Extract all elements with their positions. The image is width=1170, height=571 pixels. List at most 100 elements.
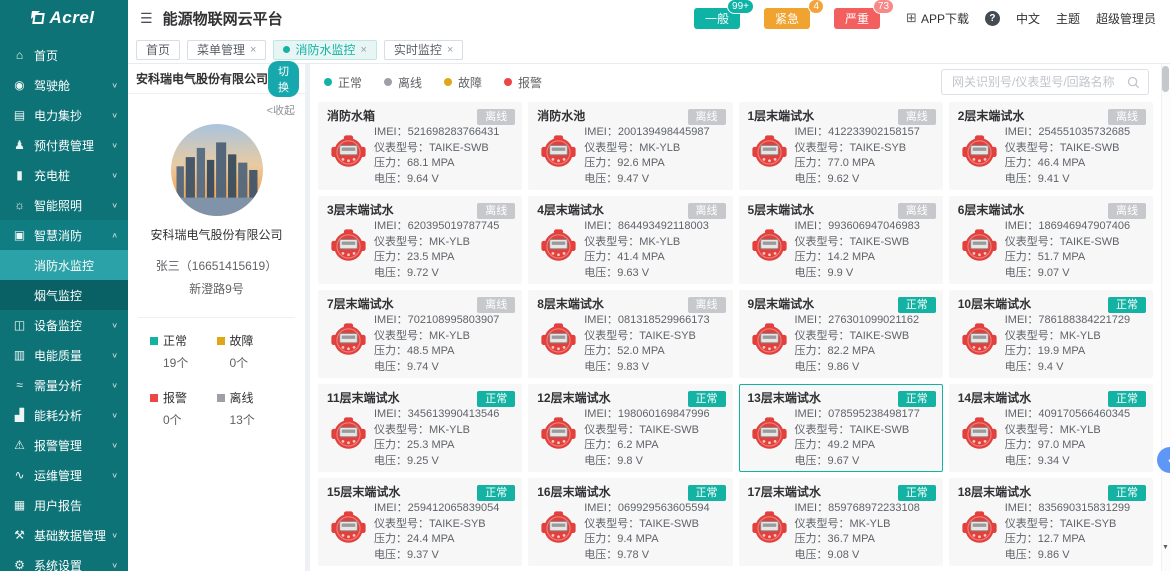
nav-tab[interactable]: 实时监控: [384, 40, 463, 60]
menu-collapse-icon[interactable]: ☰: [140, 10, 153, 27]
sidebar-item[interactable]: ▤ 电力集抄: [0, 100, 128, 130]
device-card[interactable]: 1层末端试水 离线: [739, 102, 943, 190]
imei-line: IMEI：521698283766431: [374, 125, 499, 141]
model-line: 仪表型号：TAIKE-SWB: [795, 423, 920, 439]
sidebar-item[interactable]: ▥ 电能质量: [0, 340, 128, 370]
status-badge: 离线: [898, 109, 936, 125]
vertical-scrollbar[interactable]: ▼: [1161, 64, 1170, 571]
search-box: [941, 69, 1149, 95]
voltage-value: 9.07 V: [1038, 267, 1070, 279]
device-card[interactable]: 8层末端试水 离线: [528, 290, 732, 378]
close-tab-icon[interactable]: [250, 43, 256, 57]
device-card[interactable]: 7层末端试水 离线: [318, 290, 522, 378]
device-card[interactable]: 消防水池 离线: [528, 102, 732, 190]
sidebar-item[interactable]: ⚙ 系统设置: [0, 550, 128, 571]
alarm-level-button[interactable]: 严重 73: [834, 8, 880, 29]
close-tab-icon[interactable]: [447, 43, 453, 57]
pressure-value: 25.3 MPA: [407, 439, 455, 451]
theme-switch[interactable]: 主题: [1056, 10, 1080, 27]
device-card[interactable]: 5层末端试水 离线: [739, 196, 943, 284]
pressure-line: 压力：9.4 MPA: [584, 532, 709, 548]
sidebar-item[interactable]: ▟ 能耗分析: [0, 400, 128, 430]
tab-label: 首页: [146, 43, 170, 57]
sidebar-item[interactable]: 消防水监控: [0, 250, 128, 280]
model-line: 仪表型号：MK-YLB: [584, 141, 709, 157]
pressure-line: 压力：12.7 MPA: [1005, 532, 1130, 548]
device-card[interactable]: 4层末端试水 离线: [528, 196, 732, 284]
device-card[interactable]: 11层末端试水 正常: [318, 384, 522, 472]
model-value: MK-YLB: [639, 236, 680, 248]
cockpit-icon: ◉: [12, 78, 27, 92]
voltage-line: 电压：9.34 V: [1005, 454, 1130, 470]
sidebar-item[interactable]: ♟ 预付费管理: [0, 130, 128, 160]
sidebar-item[interactable]: ⌂ 首页: [0, 40, 128, 70]
nav-tab[interactable]: 菜单管理: [187, 40, 266, 60]
device-card[interactable]: 13层末端试水 正常: [739, 384, 943, 472]
device-card[interactable]: 6层末端试水 离线: [949, 196, 1153, 284]
status-badge: 正常: [477, 391, 515, 407]
water-meter-icon: [330, 321, 367, 358]
switch-company-button[interactable]: 切换: [268, 61, 299, 97]
imei-value: 993606947046983: [828, 220, 920, 232]
sidebar-item[interactable]: ▮ 充电桩: [0, 160, 128, 190]
legend-item: 故障: [444, 74, 482, 91]
status-badge: 正常: [688, 391, 726, 407]
device-card[interactable]: 2层末端试水 离线: [949, 102, 1153, 190]
sidebar: Acrel ⌂ 首页 ◉ 驾驶舱 ▤ 电力集抄: [0, 0, 128, 571]
language-switch[interactable]: 中文: [1016, 10, 1040, 27]
device-card[interactable]: 15层末端试水 正常: [318, 478, 522, 566]
search-input[interactable]: [950, 74, 1127, 90]
water-meter-icon: [751, 509, 788, 546]
model-line: 仪表型号：MK-YLB: [795, 517, 920, 533]
device-card[interactable]: 10层末端试水 正常: [949, 290, 1153, 378]
fire-safety-icon: ▣: [12, 228, 27, 242]
voltage-line: 电压：9.8 V: [584, 454, 709, 470]
chevron-icon: [111, 231, 118, 240]
sidebar-item[interactable]: ⚠ 报警管理: [0, 430, 128, 460]
alarm-pills: 一般 99+ 紧急 4 严重 73: [694, 8, 904, 29]
help-button[interactable]: ?: [985, 11, 1000, 26]
sidebar-item[interactable]: ▦ 用户报告: [0, 490, 128, 520]
imei-line: IMEI：409170566460345: [1005, 407, 1130, 423]
close-tab-icon[interactable]: [360, 43, 366, 57]
sidebar-item[interactable]: ⚒ 基础数据管理: [0, 520, 128, 550]
device-card[interactable]: 16层末端试水 正常: [528, 478, 732, 566]
sidebar-item[interactable]: ▣ 智慧消防: [0, 220, 128, 250]
sidebar-item-label: 系统设置: [34, 557, 111, 571]
sidebar-item[interactable]: 烟气监控: [0, 280, 128, 310]
model-value: MK-YLB: [429, 330, 470, 342]
sidebar-item[interactable]: ◫ 设备监控: [0, 310, 128, 340]
sidebar-item-label: 设备监控: [34, 317, 111, 334]
sidebar-item[interactable]: ☼ 智能照明: [0, 190, 128, 220]
chevron-icon: [111, 411, 118, 420]
pressure-value: 12.7 MPA: [1038, 533, 1086, 545]
nav-tab[interactable]: 首页: [136, 40, 180, 60]
acrel-logo[interactable]: Acrel: [0, 0, 128, 36]
search-icon[interactable]: [1127, 76, 1140, 89]
company-display-name: 安科瑞电气股份有限公司: [138, 226, 295, 243]
device-card[interactable]: 9层末端试水 正常: [739, 290, 943, 378]
device-card[interactable]: 14层末端试水 正常: [949, 384, 1153, 472]
model-value: TAIKE-SWB: [429, 142, 489, 154]
device-card[interactable]: 12层末端试水 正常: [528, 384, 732, 472]
sidebar-item[interactable]: ≈ 需量分析: [0, 370, 128, 400]
device-card[interactable]: 消防水箱 离线: [318, 102, 522, 190]
device-card[interactable]: 18层末端试水 正常: [949, 478, 1153, 566]
voltage-line: 电压：9.86 V: [795, 360, 920, 376]
user-menu[interactable]: 超级管理员: [1096, 10, 1156, 27]
alarm-level-button[interactable]: 紧急 4: [764, 8, 810, 29]
device-card[interactable]: 17层末端试水 正常: [739, 478, 943, 566]
app-download-link[interactable]: ⊞ APP下载: [906, 10, 969, 27]
scroll-down-arrow-icon[interactable]: ▼: [1161, 544, 1170, 551]
main-column: ☰ 能源物联网云平台 一般 99+ 紧急 4: [128, 0, 1170, 571]
device-card[interactable]: 3层末端试水 离线: [318, 196, 522, 284]
scrollbar-thumb[interactable]: [1162, 66, 1169, 92]
voltage-value: 9.83 V: [617, 361, 649, 373]
nav-tab[interactable]: 消防水监控: [273, 40, 376, 60]
base-data-icon: ⚒: [12, 528, 27, 542]
alarm-level-button[interactable]: 一般 99+: [694, 8, 740, 29]
alarm-level-label: 紧急: [775, 12, 799, 26]
sidebar-item[interactable]: ◉ 驾驶舱: [0, 70, 128, 100]
sidebar-item[interactable]: ∿ 运维管理: [0, 460, 128, 490]
collapse-panel-link[interactable]: <收起: [267, 102, 295, 118]
